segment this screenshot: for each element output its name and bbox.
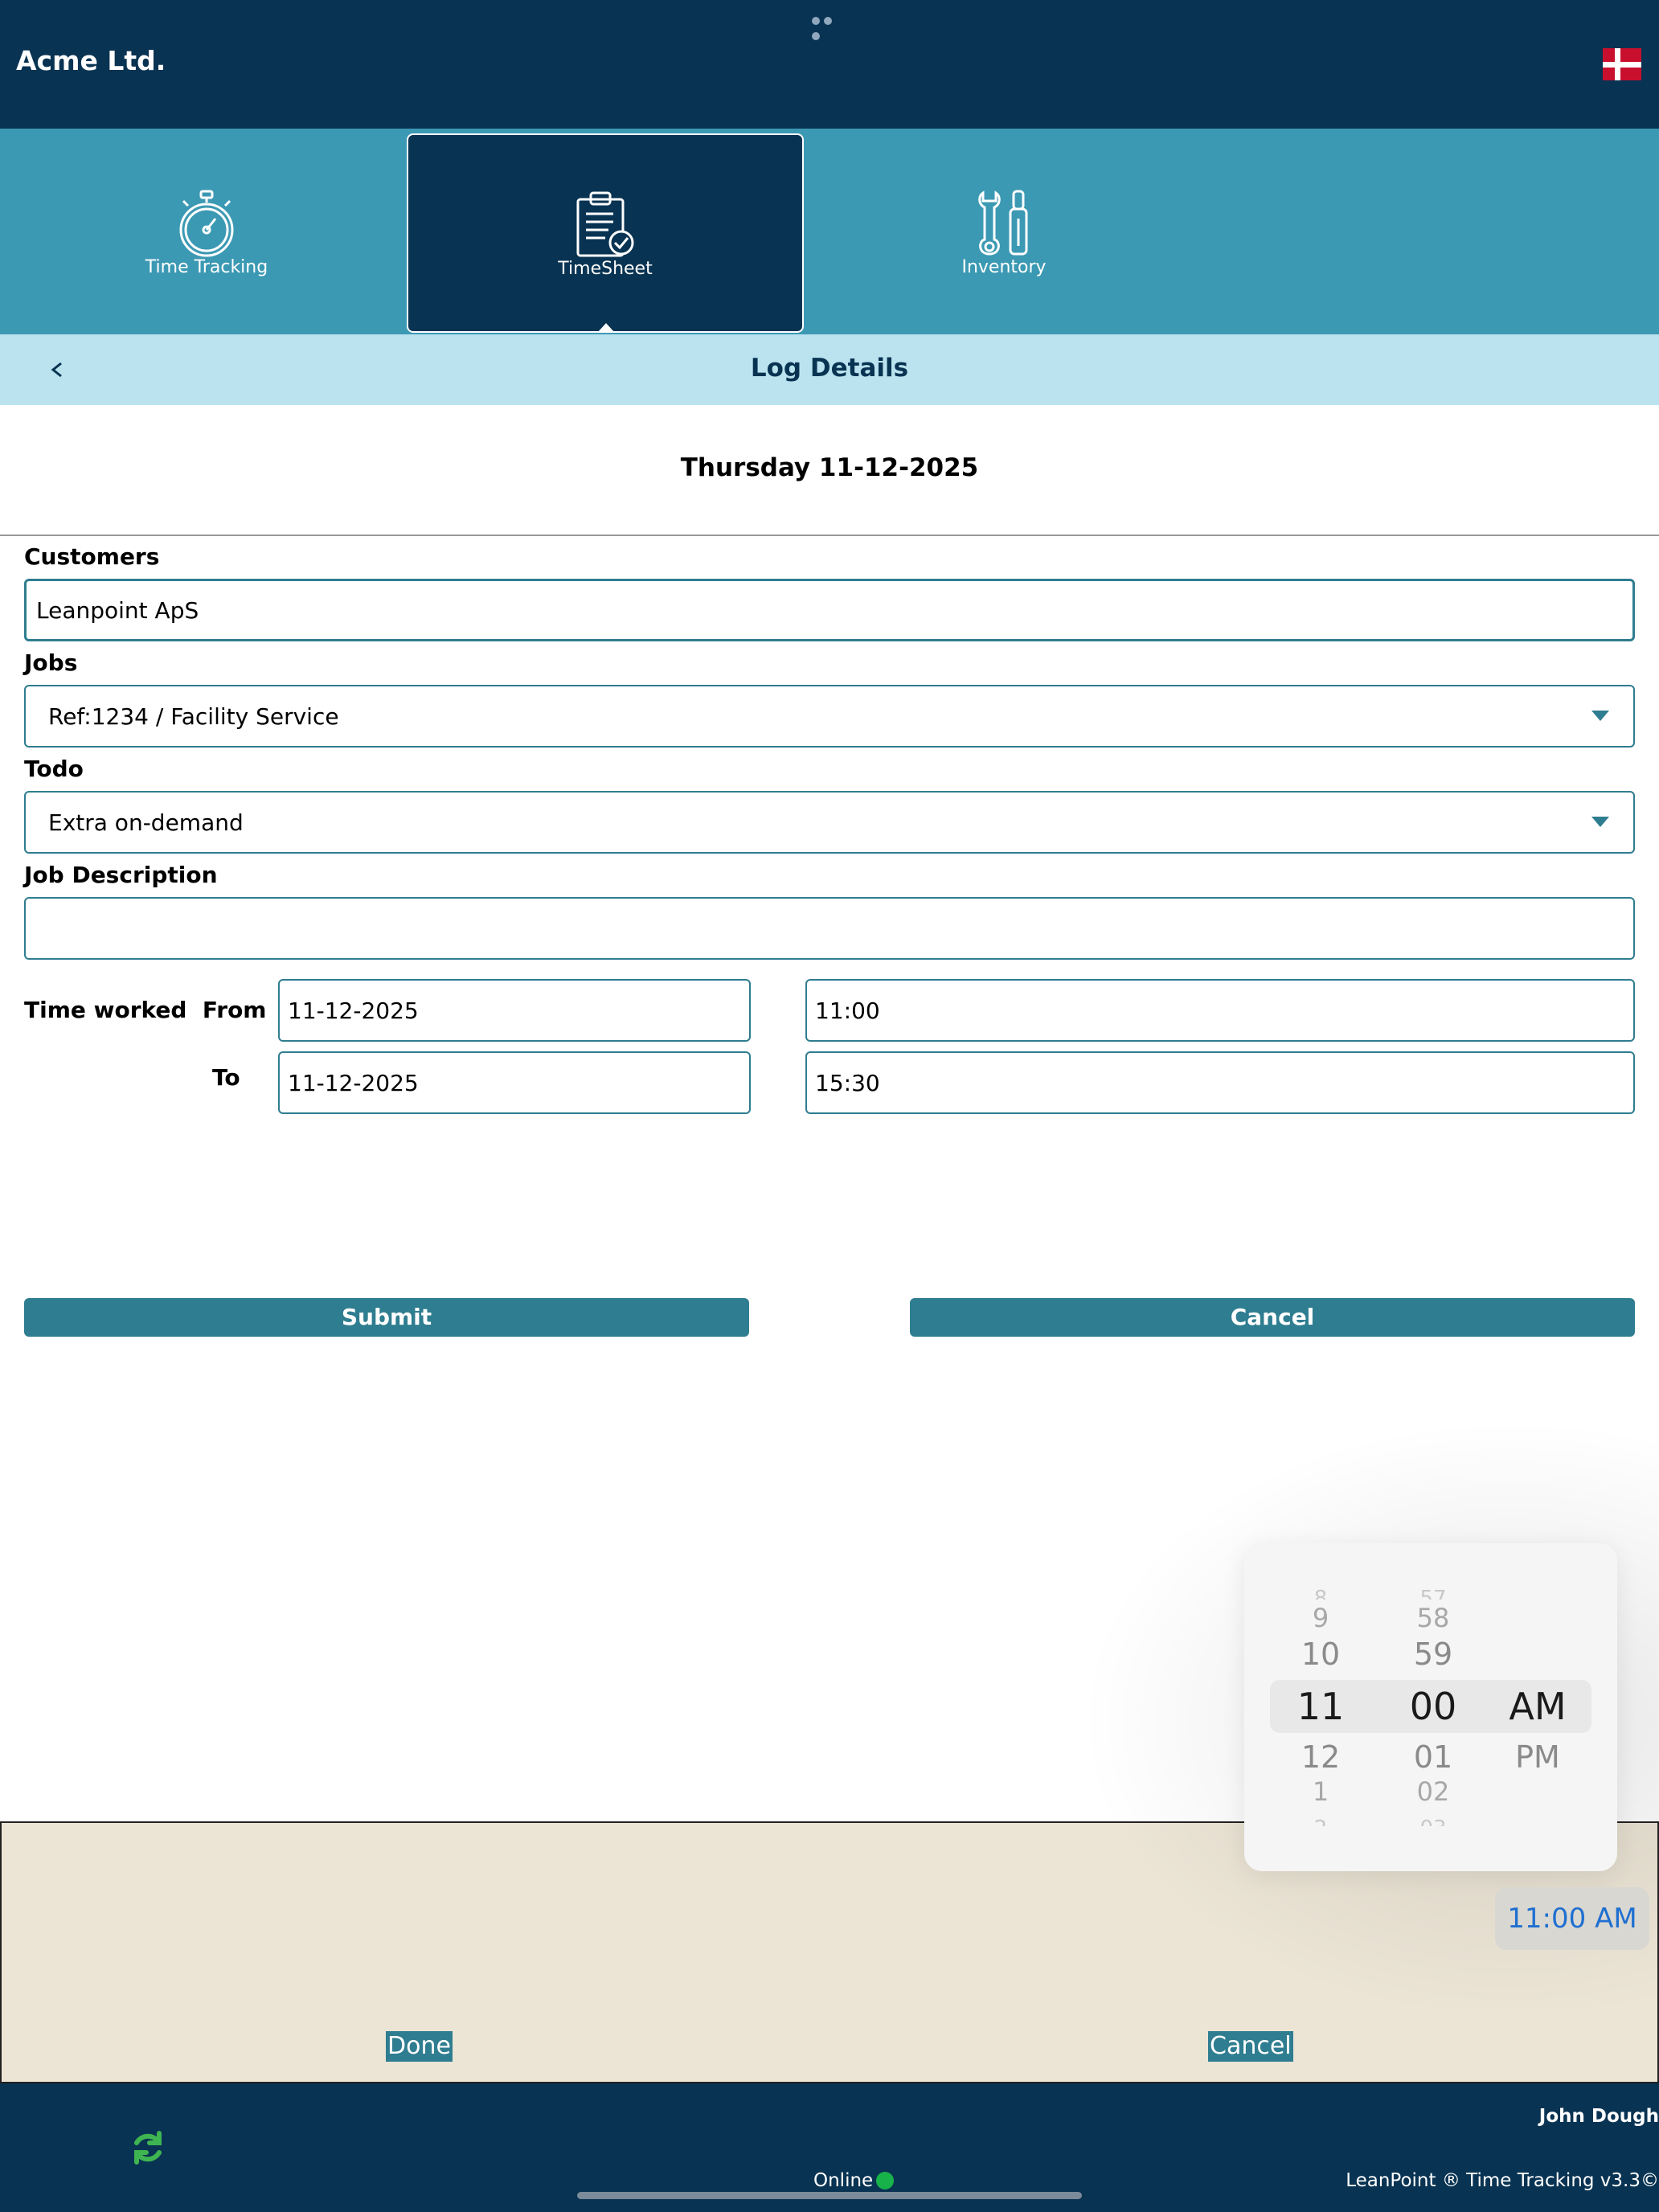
nav-item-time-tracking[interactable]: Time Tracking (8, 133, 405, 333)
danish-flag-icon[interactable] (1603, 48, 1641, 80)
caret-down-icon (1591, 711, 1609, 721)
nav-label: Inventory (961, 257, 1047, 277)
picker-minute-option[interactable]: 03 (1389, 1817, 1477, 1826)
divider (0, 535, 1659, 536)
customers-field[interactable]: Leanpoint ApS (24, 579, 1635, 641)
app-title: Acme Ltd. (16, 45, 166, 76)
online-status-dot (876, 2172, 894, 2189)
wrench-screwdriver-icon (978, 190, 1028, 256)
selected-time-chip[interactable]: 11:00 AM (1495, 1887, 1649, 1950)
to-time-value: 15:30 (815, 1069, 880, 1096)
page-title: Log Details (750, 354, 909, 383)
from-time-value: 11:00 (815, 997, 880, 1024)
online-status-label: Online (813, 2170, 874, 2191)
todo-label: Todo (24, 756, 84, 782)
to-date-input[interactable]: 11-12-2025 (278, 1051, 751, 1114)
nav-item-timesheet[interactable]: TimeSheet (407, 133, 804, 333)
picker-period-option[interactable]: PM (1493, 1739, 1582, 1775)
cancel-button[interactable]: Cancel (910, 1298, 1635, 1337)
submit-button[interactable]: Submit (24, 1298, 749, 1337)
picker-minute-option[interactable]: 57 (1389, 1587, 1477, 1600)
from-date-input[interactable]: 11-12-2025 (278, 979, 751, 1042)
jobs-value: Ref:1234 / Facility Service (48, 703, 339, 730)
jobs-label: Jobs (24, 649, 78, 676)
todo-select[interactable]: Extra on-demand (24, 791, 1635, 854)
picker-hour-selected[interactable]: 11 (1276, 1685, 1365, 1728)
to-time-input[interactable]: 15:30 (805, 1051, 1635, 1114)
date-heading: Thursday 11-12-2025 (680, 453, 979, 482)
picker-period-selected[interactable]: AM (1493, 1685, 1582, 1728)
picker-minute-option[interactable]: 59 (1389, 1636, 1477, 1672)
picker-minute-option[interactable]: 58 (1389, 1603, 1477, 1633)
home-indicator (577, 2192, 1082, 2199)
todo-value: Extra on-demand (48, 809, 244, 836)
stopwatch-icon (179, 190, 234, 257)
time-worked-to-label: To (212, 1064, 240, 1091)
user-name: John Dough (1538, 2106, 1659, 2127)
jobs-select[interactable]: Ref:1234 / Facility Service (24, 685, 1635, 748)
picker-hour-option[interactable]: 9 (1276, 1603, 1365, 1633)
picker-minute-selected[interactable]: 00 (1389, 1685, 1477, 1728)
to-date-value: 11-12-2025 (288, 1069, 419, 1096)
time-picker-wheel[interactable]: 8 9 10 11 12 1 2 57 58 59 00 01 02 03 AM… (1244, 1543, 1617, 1871)
picker-hour-option[interactable]: 2 (1276, 1817, 1365, 1826)
nav-label: Time Tracking (145, 257, 268, 277)
nav-label: TimeSheet (558, 259, 653, 279)
picker-minute-option[interactable]: 02 (1389, 1776, 1477, 1807)
nav-item-inventory[interactable]: Inventory (805, 133, 1202, 333)
customers-value: Leanpoint ApS (36, 596, 199, 624)
picker-hour-option[interactable]: 8 (1276, 1587, 1365, 1600)
job-description-input[interactable] (24, 897, 1635, 960)
more-dots-icon[interactable] (812, 13, 847, 40)
picker-hour-option[interactable]: 10 (1276, 1636, 1365, 1672)
customers-label: Customers (24, 543, 160, 570)
time-worked-from-label: Time worked From (24, 997, 267, 1023)
picker-cancel-button[interactable]: Cancel (1208, 2031, 1293, 2062)
sync-icon[interactable] (129, 2128, 167, 2167)
from-time-input[interactable]: 11:00 (805, 979, 1635, 1042)
from-date-value: 11-12-2025 (288, 997, 419, 1024)
clipboard-check-icon (576, 191, 634, 257)
picker-done-button[interactable]: Done (386, 2031, 453, 2062)
picker-hour-option[interactable]: 12 (1276, 1739, 1365, 1775)
job-description-label: Job Description (24, 862, 218, 888)
caret-down-icon (1591, 817, 1609, 827)
active-tab-pointer (597, 323, 615, 333)
picker-minute-option[interactable]: 01 (1389, 1739, 1477, 1775)
version-label: LeanPoint ® Time Tracking v3.3© (1346, 2170, 1659, 2191)
picker-hour-option[interactable]: 1 (1276, 1776, 1365, 1807)
